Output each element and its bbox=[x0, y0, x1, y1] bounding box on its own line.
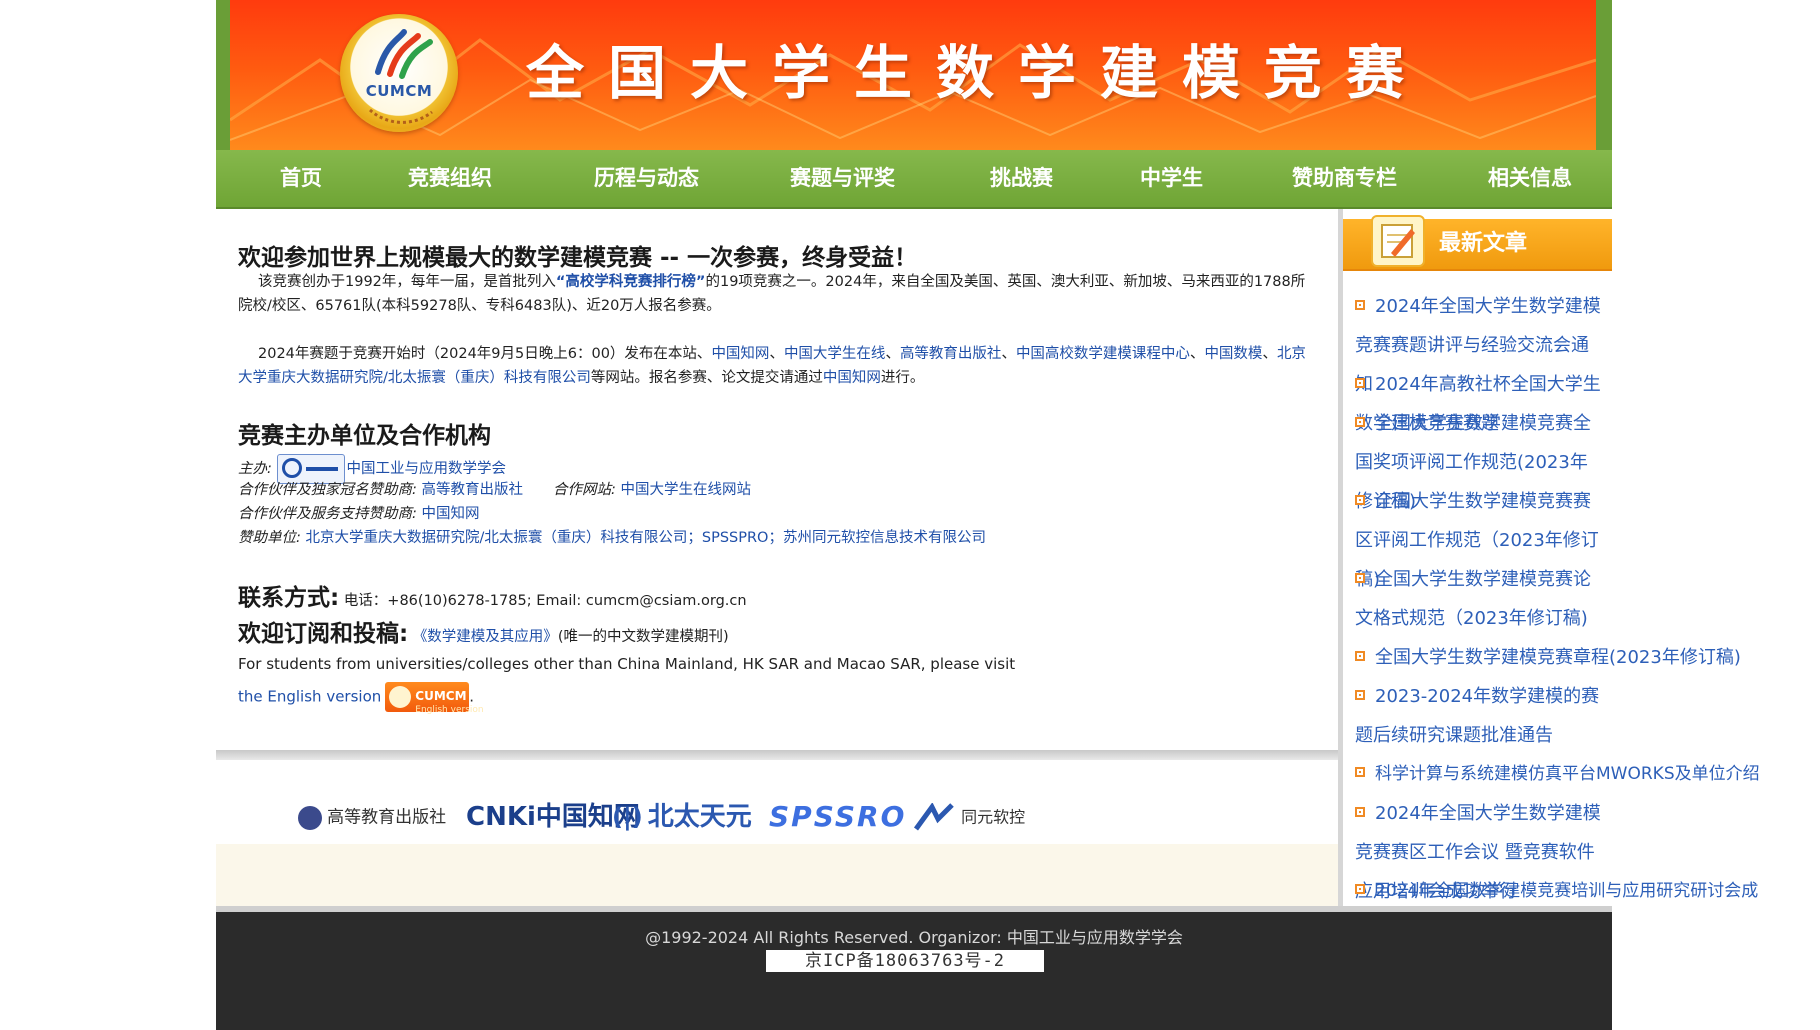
sidebar: 最新文章 2024年全国大学生数学建模竞赛赛题讲评与经验交流会通知 2024年高… bbox=[1343, 209, 1760, 906]
cumcm-logo[interactable]: CUMCM bbox=[340, 14, 458, 132]
article-item[interactable]: 2023-2024年数学建模的赛题后续研究课题批准通告 bbox=[1355, 677, 1605, 755]
nav-item-problems-awards[interactable]: 赛题与评奖 bbox=[790, 150, 895, 207]
article-item[interactable]: 科学计算与系统建模仿真平台MWORKS及单位介绍 bbox=[1355, 755, 1760, 794]
bullet-icon bbox=[1355, 690, 1365, 700]
partner-line: 合作伙伴及独家冠名赞助商: 高等教育出版社 合作网站: 中国大学生在线网站 bbox=[238, 482, 752, 498]
icp-license-link[interactable]: 京ICP备18063763号-2 bbox=[766, 950, 1044, 972]
cream-band bbox=[216, 844, 1338, 906]
logo-ribbons-icon bbox=[368, 29, 433, 124]
beitai-icon: (|) bbox=[612, 803, 643, 831]
link-course-center[interactable]: 中国高校数学建模课程中心 bbox=[1016, 346, 1190, 362]
english-note: For students from universities/colleges … bbox=[238, 655, 1016, 673]
nav-item-high-school[interactable]: 中学生 bbox=[1140, 150, 1203, 207]
subscribe-line: 欢迎订阅和投稿: 《数学建模及其应用》(唯一的中文数学建模期刊) bbox=[238, 621, 729, 647]
tongyuan-icon bbox=[913, 801, 954, 830]
nav-item-home[interactable]: 首页 bbox=[280, 150, 322, 207]
link-cnki-submit[interactable]: 中国知网 bbox=[823, 370, 881, 386]
nav-item-challenge[interactable]: 挑战赛 bbox=[990, 150, 1053, 207]
bullet-icon bbox=[1355, 417, 1365, 427]
banner: CUMCM 全国大学生数学建模竞赛 bbox=[216, 0, 1612, 152]
bullet-icon bbox=[1355, 300, 1365, 310]
notepad-pencil-icon bbox=[1371, 215, 1425, 267]
link-hep[interactable]: 高等教育出版社 bbox=[900, 346, 1002, 362]
nav-item-sponsors[interactable]: 赞助商专栏 bbox=[1292, 150, 1397, 207]
english-version-link[interactable]: the English version bbox=[238, 688, 381, 706]
site-title: 全国大学生数学建模竞赛 bbox=[526, 39, 1429, 107]
bullet-icon bbox=[1355, 378, 1365, 388]
contact-text: 电话：+86(10)6278-1785; Email: cumcm@csiam.… bbox=[343, 593, 747, 609]
article-item[interactable]: 全国大学生数学建模竞赛论文格式规范（2023年修订稿) bbox=[1355, 560, 1605, 638]
bullet-icon bbox=[1355, 651, 1365, 661]
intro-paragraph-2: 2024年赛题于竞赛开始时（2024年9月5日晚上6：00）发布在本站、中国知网… bbox=[238, 346, 1306, 386]
coop-site-link[interactable]: 中国大学生在线网站 bbox=[621, 482, 752, 498]
service-line: 合作伙伴及服务支持赞助商: 中国知网 bbox=[238, 506, 480, 522]
bullet-icon bbox=[1355, 807, 1365, 817]
contact-line: 联系方式: 电话：+86(10)6278-1785; Email: cumcm@… bbox=[238, 586, 1308, 613]
partner-logo-beitai[interactable]: (|) 北太天元 bbox=[612, 800, 752, 834]
nav-item-organization[interactable]: 竞赛组织 bbox=[408, 150, 492, 207]
logo-text: CUMCM bbox=[365, 82, 433, 100]
article-item[interactable]: 全国大学生数学建模竞赛章程(2023年修订稿) bbox=[1355, 638, 1741, 677]
sidebar-title: 最新文章 bbox=[1439, 231, 1528, 256]
footer-copyright: @1992-2024 All Rights Reserved. Organizo… bbox=[645, 928, 1183, 947]
main-divider bbox=[216, 750, 1338, 760]
sidebar-header: 最新文章 bbox=[1343, 215, 1612, 271]
bullet-icon bbox=[1355, 767, 1365, 777]
contact-heading: 联系方式: bbox=[238, 585, 340, 611]
english-link-line: the English version CUMCM English version. bbox=[238, 682, 1308, 715]
nav-item-history[interactable]: 历程与动态 bbox=[594, 150, 699, 207]
main-nav: 首页 竞赛组织 历程与动态 赛题与评奖 挑战赛 中学生 赞助商专栏 相关信息 bbox=[216, 150, 1612, 209]
partner-logo-tongyuan[interactable]: 同元软控 bbox=[912, 800, 1025, 834]
english-version-badge[interactable]: CUMCM English version bbox=[385, 682, 484, 715]
bullet-icon bbox=[1355, 495, 1365, 505]
sponsor-line: 赞助单位: 北京大学重庆大数据研究院/北太振寰（重庆）科技有限公司；SPSSPR… bbox=[238, 530, 986, 546]
link-shumo[interactable]: 中国数模 bbox=[1204, 346, 1262, 362]
partner-logo-spssro[interactable]: SPSSRO bbox=[769, 800, 906, 834]
banner-background: CUMCM 全国大学生数学建模竞赛 bbox=[230, 0, 1596, 150]
site-container: CUMCM 全国大学生数学建模竞赛 首页 竞赛组织 历程与动态 赛题与评奖 挑战… bbox=[216, 0, 1760, 1030]
partner-link[interactable]: 高等教育出版社 bbox=[422, 482, 524, 498]
welcome-heading: 欢迎参加世界上规模最大的数学建模竞赛 -- 一次参赛，终身受益！ bbox=[238, 245, 918, 271]
link-univs[interactable]: 中国大学生在线 bbox=[784, 346, 886, 362]
intro-paragraph-1: 该竞赛创办于1992年，每年一届，是首批列入“高校学科竞赛排行榜”的19项竞赛之… bbox=[238, 274, 1306, 314]
subscribe-heading: 欢迎订阅和投稿: bbox=[238, 621, 409, 647]
hep-icon bbox=[298, 805, 322, 830]
journal-link[interactable]: 《数学建模及其应用》 bbox=[413, 629, 558, 645]
sponsors-links[interactable]: 北京大学重庆大数据研究院/北太振寰（重庆）科技有限公司；SPSSPRO；苏州同元… bbox=[306, 530, 986, 546]
host-link[interactable]: 中国工业与应用数学学会 bbox=[347, 461, 507, 477]
partner-logo-hep[interactable]: 高等教育出版社 bbox=[298, 800, 446, 834]
nav-item-related-info[interactable]: 相关信息 bbox=[1488, 150, 1572, 207]
link-cnki[interactable]: 中国知网 bbox=[711, 346, 769, 362]
bullet-icon bbox=[1355, 884, 1365, 894]
bullet-icon bbox=[1355, 573, 1365, 583]
service-link[interactable]: 中国知网 bbox=[422, 506, 480, 522]
ranking-link[interactable]: “高校学科竞赛排行榜” bbox=[556, 274, 706, 290]
organizers-heading: 竞赛主办单位及合作机构 bbox=[238, 423, 491, 449]
footer: @1992-2024 All Rights Reserved. Organizo… bbox=[216, 906, 1612, 1030]
